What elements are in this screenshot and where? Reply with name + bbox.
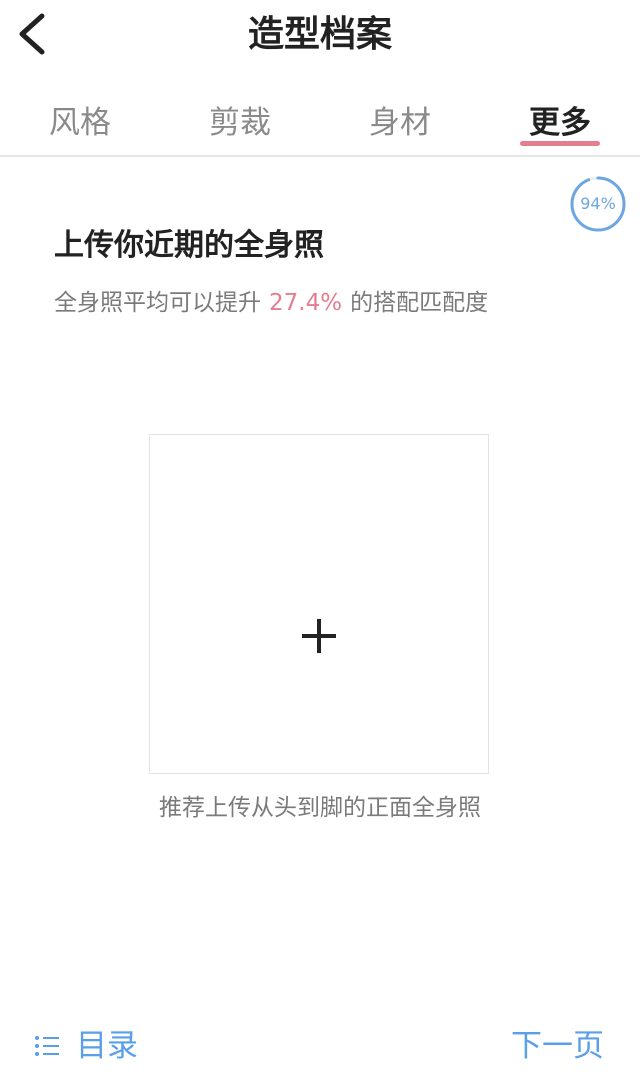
match-improvement-value: 27.4% [269,290,343,316]
page-title: 造型档案 [247,14,392,55]
header: 造型档案 [0,0,640,78]
list-icon [35,1036,59,1056]
subtext-prefix: 全身照平均可以提升 [54,290,261,316]
plus-icon [302,619,336,653]
photo-upload-box[interactable] [149,434,489,774]
tab-body[interactable]: 身材 [320,98,480,148]
active-tab-indicator [520,141,600,146]
section-heading: 上传你近期的全身照 [54,228,324,263]
toc-label: 目录 [76,1028,138,1064]
tab-style[interactable]: 风格 [0,98,160,148]
subtext-suffix: 的搭配匹配度 [350,290,489,316]
tabs-divider [0,155,640,157]
profile-page: 造型档案 风格 剪裁 身材 更多 94% 上传你近期的全身照 全身照平均可以提升… [0,0,640,1087]
back-button[interactable] [6,6,62,62]
section-subtext: 全身照平均可以提升 27.4% 的搭配匹配度 [54,286,488,320]
tab-cut[interactable]: 剪裁 [160,98,320,148]
upload-hint: 推荐上传从头到脚的正面全身照 [159,795,481,821]
chevron-left-icon [19,13,45,55]
next-page-button[interactable]: 下一页 [511,1024,604,1068]
toc-button[interactable]: 目录 [34,1024,138,1068]
progress-label: 94% [580,194,616,213]
